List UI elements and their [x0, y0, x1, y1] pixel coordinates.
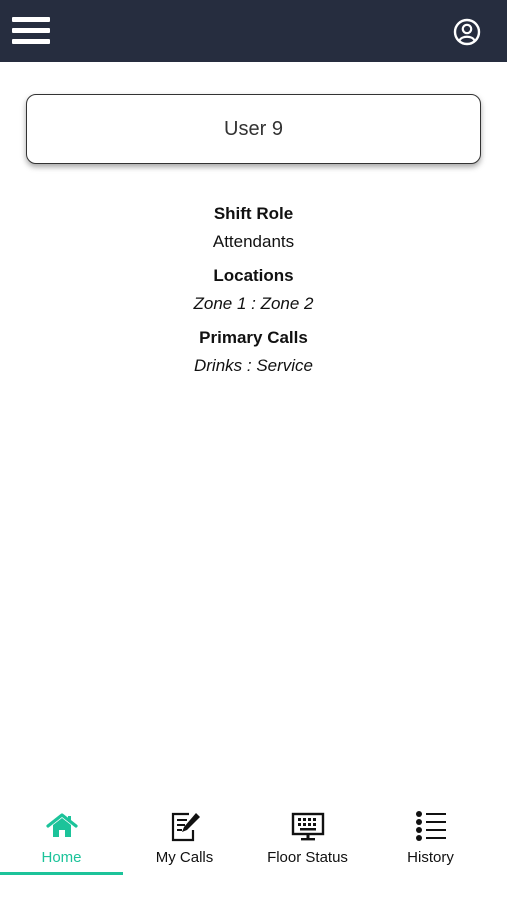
tab-history[interactable]: History: [369, 800, 492, 878]
active-tab-indicator: [0, 872, 123, 875]
list-icon: [413, 808, 449, 844]
tab-my-calls[interactable]: My Calls: [123, 800, 246, 878]
shift-role-value: Attendants: [212, 232, 295, 251]
home-icon: [44, 808, 80, 844]
app-screen: User 9 Shift Role Attendants Locations Z…: [0, 0, 507, 900]
locations-value: Zone 1 : Zone 2: [193, 294, 314, 313]
top-app-bar: [0, 0, 507, 62]
tab-home-label: Home: [41, 849, 82, 866]
tab-my-calls-label: My Calls: [155, 849, 214, 866]
shift-role-label: Shift Role: [213, 204, 294, 223]
locations-label: Locations: [213, 266, 294, 285]
primary-calls-value: Drinks : Service: [193, 356, 314, 375]
primary-calls-label: Primary Calls: [199, 328, 308, 347]
user-circle-icon[interactable]: [452, 17, 482, 47]
user-name: User 9: [224, 117, 283, 140]
hamburger-menu-icon[interactable]: [10, 14, 52, 48]
tab-floor-status[interactable]: Floor Status: [246, 800, 369, 878]
edit-document-icon: [167, 808, 203, 844]
monitor-keypad-icon: [290, 808, 326, 844]
bottom-tab-bar: Home My Calls Floor Status History: [0, 800, 507, 880]
tab-home[interactable]: Home: [0, 800, 123, 878]
tab-history-label: History: [407, 849, 454, 866]
tab-floor-status-label: Floor Status: [267, 849, 348, 866]
shift-details: Shift Role Attendants Locations Zone 1 :…: [0, 204, 507, 390]
user-name-card[interactable]: User 9: [26, 94, 481, 164]
